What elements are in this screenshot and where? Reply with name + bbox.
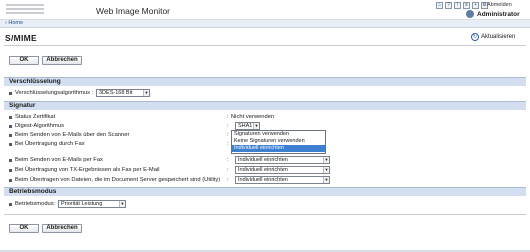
signature-row: Digest-Algorithmus : SHA1 ▼ (4, 122, 526, 130)
tx-results-email-select[interactable]: Individuell einrichten ▼ (235, 166, 330, 174)
dropdown-option[interactable]: Signaturen verwenden (232, 131, 325, 138)
document-server-label: Beim Übertragen von Dateien, die im Docu… (15, 177, 221, 183)
signature-row: Beim Senden von E-Mails per Fax : Indivi… (4, 156, 526, 164)
bullet-icon (9, 143, 12, 146)
signature-row: Beim Übertragen von Dateien, die im Docu… (4, 176, 526, 184)
document-server-select[interactable]: Individuell einrichten ▼ (235, 176, 330, 184)
email-via-fax-label: Beim Senden von E-Mails per Fax (15, 157, 103, 163)
brand-logo (6, 3, 44, 14)
tx-results-email-value: Individuell einrichten (238, 167, 288, 173)
encryption-algorithm-value: 3DES-168 Bit (99, 90, 133, 96)
bullet-icon (9, 169, 12, 172)
chevron-down-icon: ▼ (119, 201, 125, 207)
colon-separator: : (54, 201, 56, 207)
section-operation-mode: Betriebsmodus (4, 187, 526, 196)
bullet-icon (9, 92, 12, 95)
colon-separator: : (227, 114, 229, 120)
bullet-icon (9, 134, 12, 137)
dropdown-option-selected[interactable]: Individuell einrichten (232, 145, 325, 152)
logout-link[interactable]: Abmelden (487, 2, 512, 8)
colon-separator: : (227, 141, 229, 147)
home-icon[interactable]: ⌂ (436, 2, 443, 9)
top-header: Web Image Monitor ⌂ ? ! ≡ ▪ ⚙ Abmelden A… (0, 0, 530, 20)
bullet-icon (9, 159, 12, 162)
help-icon[interactable]: ? (445, 2, 452, 9)
operation-mode-row: Betriebsmodus : Priorität Leistung ▼ (4, 200, 526, 208)
certificate-status-label: Status Zertifikat (15, 114, 56, 120)
bullet-icon (9, 203, 12, 206)
divider (4, 214, 526, 215)
email-via-fax-value: Individuell einrichten (238, 157, 288, 163)
chevron-down-icon: ▼ (253, 123, 259, 129)
bullet-icon (9, 116, 12, 119)
cancel-button-top[interactable]: Abbrechen (42, 56, 82, 65)
digest-algorithm-value: SHA1 (238, 123, 253, 129)
operation-mode-value: Priorität Leistung (61, 201, 103, 207)
colon-separator: : (227, 167, 229, 173)
divider (4, 45, 526, 46)
email-via-fax-select[interactable]: Individuell einrichten ▼ (235, 156, 330, 164)
refresh-label: Aktualisieren (481, 34, 516, 40)
signature-row: Status Zertifikat : Nicht verwenden (4, 113, 526, 121)
ok-button-bottom[interactable]: OK (9, 224, 39, 233)
app-title: Web Image Monitor (96, 6, 171, 16)
cancel-button-bottom[interactable]: Abbrechen (42, 224, 82, 233)
ok-button-top[interactable]: OK (9, 56, 39, 65)
breadcrumb-home-label[interactable]: Home (8, 20, 23, 26)
digest-algorithm-select[interactable]: SHA1 ▼ (235, 122, 260, 130)
colon-separator: : (92, 90, 94, 96)
signature-row: Bei Übertragung von TX-Ergebnissen als F… (4, 166, 526, 174)
encryption-algorithm-row: Verschlüsselungsalgorithmus : 3DES-168 B… (4, 89, 526, 97)
colon-separator: : (227, 177, 229, 183)
operation-mode-select[interactable]: Priorität Leistung ▼ (58, 200, 126, 208)
encryption-algorithm-label: Verschlüsselungsalgorithmus (15, 90, 91, 96)
chevron-down-icon: ▼ (323, 177, 329, 183)
page-title: S/MIME (5, 33, 38, 43)
colon-separator: : (227, 157, 229, 163)
document-server-value: Individuell einrichten (238, 177, 288, 183)
section-encryption: Verschlüsselung (4, 77, 526, 86)
dropdown-option[interactable]: Keine Signaturen verwenden (232, 138, 325, 145)
chevron-down-icon: ▼ (323, 157, 329, 163)
signature-dropdown-list[interactable]: Signaturen verwenden Keine Signaturen ve… (231, 130, 326, 154)
notification-icon[interactable]: ! (454, 2, 461, 9)
user-name: Administrator (477, 11, 520, 18)
bullet-icon (9, 179, 12, 182)
bullet-icon (9, 125, 12, 128)
user-icon (466, 10, 474, 18)
encryption-algorithm-select[interactable]: 3DES-168 Bit ▼ (96, 89, 150, 97)
section-signature: Signatur (4, 101, 526, 110)
refresh-button[interactable]: ↻ Aktualisieren (471, 33, 515, 41)
colon-separator: : (227, 132, 229, 138)
operation-mode-label: Betriebsmodus (15, 201, 54, 207)
list-icon[interactable]: ≡ (463, 2, 470, 9)
chevron-down-icon: ▼ (323, 167, 329, 173)
chevron-down-icon: ▼ (143, 90, 149, 96)
digest-algorithm-label: Digest-Algorithmus (15, 123, 64, 129)
certificate-status-value: Nicht verwenden (231, 114, 275, 120)
tx-results-email-label: Bei Übertragung von TX-Ergebnissen als F… (15, 167, 160, 173)
refresh-icon: ↻ (471, 33, 479, 41)
header-icon-group: ⌂ ? ! ≡ ▪ ⚙ (436, 2, 488, 9)
colon-separator: : (227, 123, 229, 129)
print-icon[interactable]: ▪ (472, 2, 479, 9)
breadcrumb: ‹ Home (0, 20, 530, 28)
breadcrumb-home-link[interactable]: ‹ Home (5, 20, 23, 26)
scanner-email-label: Beim Senden von E-Mails über den Scanner (15, 132, 130, 138)
fax-transmission-label: Bei Übertragung durch Fax (15, 141, 85, 147)
